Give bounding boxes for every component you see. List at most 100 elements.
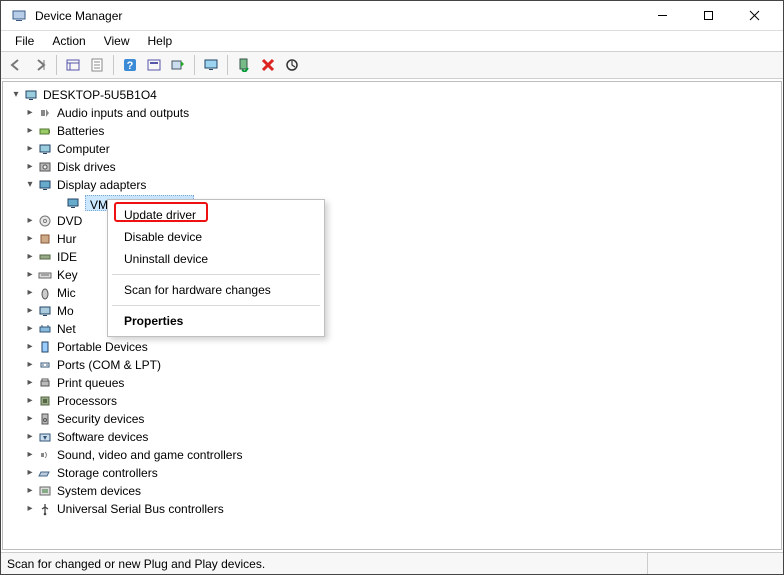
- expand-arrow-icon[interactable]: ▸: [23, 212, 37, 230]
- expand-arrow-icon[interactable]: ▸: [23, 122, 37, 140]
- display-icon: [65, 195, 81, 211]
- expand-arrow-icon[interactable]: ▸: [23, 284, 37, 302]
- menu-file[interactable]: File: [7, 33, 42, 49]
- context-menu-item[interactable]: Uninstall device: [110, 248, 322, 270]
- enable-device-button[interactable]: [233, 54, 255, 76]
- tree-item-label: Mic: [57, 284, 76, 302]
- minimize-button[interactable]: [639, 2, 685, 30]
- menu-help[interactable]: Help: [140, 33, 181, 49]
- battery-icon: [37, 123, 53, 139]
- tree-item[interactable]: ▸Print queues: [3, 374, 781, 392]
- properties-button[interactable]: [86, 54, 108, 76]
- tree-item-label: Software devices: [57, 428, 148, 446]
- maximize-button[interactable]: [685, 2, 731, 30]
- tree-item[interactable]: ▸Universal Serial Bus controllers: [3, 500, 781, 518]
- audio-icon: [37, 105, 53, 121]
- expand-arrow-icon[interactable]: ▾: [9, 86, 23, 104]
- context-menu-item[interactable]: Update driver: [110, 204, 322, 226]
- show-hidden-button[interactable]: [62, 54, 84, 76]
- expand-arrow-icon[interactable]: ▸: [23, 104, 37, 122]
- expand-arrow-icon[interactable]: ▸: [23, 248, 37, 266]
- expand-arrow-icon[interactable]: ▸: [23, 392, 37, 410]
- network-icon: [37, 321, 53, 337]
- tree-item[interactable]: ▸ Ports (COM & LPT): [3, 356, 781, 374]
- expand-arrow-icon[interactable]: ▸: [23, 374, 37, 392]
- tree-item-label: Audio inputs and outputs: [57, 104, 189, 122]
- uninstall-button[interactable]: [257, 54, 279, 76]
- sound-icon: [37, 447, 53, 463]
- expand-arrow-icon[interactable]: ▸: [23, 410, 37, 428]
- expand-arrow-icon[interactable]: ▸: [23, 230, 37, 248]
- tree-item[interactable]: ▸ Processors: [3, 392, 781, 410]
- back-button[interactable]: [5, 54, 27, 76]
- expand-arrow-icon[interactable]: ▸: [23, 482, 37, 500]
- tree-item-label: Net: [57, 320, 76, 338]
- context-menu-separator: [112, 274, 320, 275]
- context-menu-item[interactable]: Disable device: [110, 226, 322, 248]
- tree-item[interactable]: ▸ Storage controllers: [3, 464, 781, 482]
- toolbar-separator: [227, 55, 228, 75]
- tree-item[interactable]: ▸ Audio inputs and outputs: [3, 104, 781, 122]
- disk-icon: [37, 159, 53, 175]
- tree-item-label: Sound, video and game controllers: [57, 446, 242, 464]
- cpu-icon: [37, 393, 53, 409]
- tree-item-label: Storage controllers: [57, 464, 158, 482]
- expand-arrow-icon[interactable]: ▸: [23, 320, 37, 338]
- menu-action[interactable]: Action: [44, 33, 93, 49]
- expand-arrow-icon[interactable]: ▸: [23, 302, 37, 320]
- expand-arrow-icon[interactable]: ▸: [23, 356, 37, 374]
- tree-root[interactable]: ▾ DESKTOP-5U5B1O4: [3, 86, 781, 104]
- expand-arrow-icon[interactable]: ▸: [23, 500, 37, 518]
- expand-arrow-icon[interactable]: ▸: [23, 158, 37, 176]
- forward-button[interactable]: [29, 54, 51, 76]
- close-button[interactable]: [731, 2, 777, 30]
- tree-item[interactable]: ▸Security devices: [3, 410, 781, 428]
- tree-item[interactable]: ▸ Software devices: [3, 428, 781, 446]
- expand-arrow-icon[interactable]: ▸: [23, 446, 37, 464]
- menubar: File Action View Help: [1, 31, 783, 51]
- update-driver-button[interactable]: [167, 54, 189, 76]
- help-button[interactable]: ?: [119, 54, 141, 76]
- expand-arrow-icon[interactable]: ▾: [23, 176, 37, 194]
- scan-hardware-button[interactable]: [281, 54, 303, 76]
- tree-item[interactable]: ▸ Sound, video and game controllers: [3, 446, 781, 464]
- expand-arrow-icon[interactable]: ▸: [23, 338, 37, 356]
- tree-item-label: Ports (COM & LPT): [57, 356, 161, 374]
- expand-arrow-icon[interactable]: ▸: [23, 266, 37, 284]
- expand-arrow-icon[interactable]: ▸: [23, 140, 37, 158]
- app-icon: [11, 8, 27, 24]
- software-icon: [37, 429, 53, 445]
- display-icon: [37, 177, 53, 193]
- toolbar-separator: [56, 55, 57, 75]
- monitor-button[interactable]: [200, 54, 222, 76]
- ide-icon: [37, 249, 53, 265]
- expand-arrow-icon[interactable]: ▸: [23, 464, 37, 482]
- context-menu-separator: [112, 305, 320, 306]
- tree-item[interactable]: ▸ System devices: [3, 482, 781, 500]
- tree-item-label: System devices: [57, 482, 141, 500]
- statusbar-text: Scan for changed or new Plug and Play de…: [7, 557, 265, 571]
- svg-text:?: ?: [127, 60, 134, 72]
- monitor-icon: [37, 303, 53, 319]
- tree-item-label: DESKTOP-5U5B1O4: [43, 86, 157, 104]
- computer-icon: [37, 141, 53, 157]
- tree-item-label: Processors: [57, 392, 117, 410]
- tree-item-label: Computer: [57, 140, 110, 158]
- menu-view[interactable]: View: [96, 33, 138, 49]
- tree-item-label: Disk drives: [57, 158, 116, 176]
- tree-item-label: Portable Devices: [57, 338, 148, 356]
- action-button[interactable]: [143, 54, 165, 76]
- tree-item[interactable]: ▾Display adapters: [3, 176, 781, 194]
- printer-icon: [37, 375, 53, 391]
- context-menu-item[interactable]: Properties: [110, 310, 322, 332]
- computer-icon: [23, 87, 39, 103]
- tree-item[interactable]: ▸Batteries: [3, 122, 781, 140]
- context-menu-item[interactable]: Scan for hardware changes: [110, 279, 322, 301]
- window-title: Device Manager: [35, 9, 639, 23]
- hid-icon: [37, 231, 53, 247]
- tree-item[interactable]: ▸ Disk drives: [3, 158, 781, 176]
- tree-item[interactable]: ▸ Portable Devices: [3, 338, 781, 356]
- port-icon: [37, 357, 53, 373]
- tree-item[interactable]: ▸ Computer: [3, 140, 781, 158]
- expand-arrow-icon[interactable]: ▸: [23, 428, 37, 446]
